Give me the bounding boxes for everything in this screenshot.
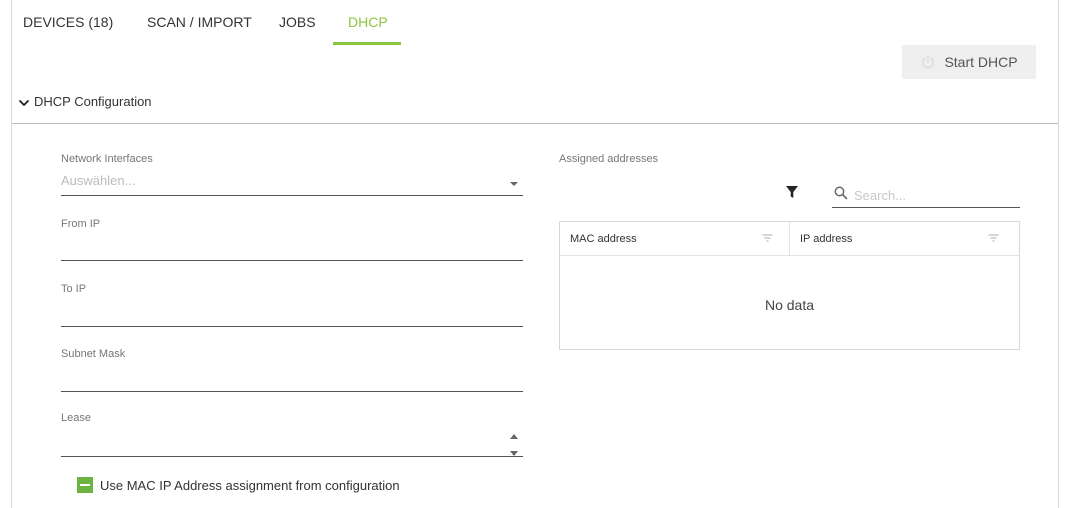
field-underline [61,260,523,261]
network-interfaces-field: Network Interfaces [61,153,523,196]
dhcp-configuration-header[interactable]: DHCP Configuration [12,90,1058,124]
assigned-addresses-table: MAC address IP address No data [559,221,1020,350]
active-tab-indicator [333,42,401,45]
field-underline [61,326,523,327]
tab-scan-import[interactable]: SCAN / IMPORT [147,14,252,30]
search-input[interactable] [852,185,1016,205]
filter-icon[interactable] [785,185,799,199]
search-underline [832,207,1020,208]
table-header: MAC address IP address [560,222,1019,256]
to-ip-label: To IP [61,283,87,295]
from-ip-input[interactable] [61,240,501,258]
column-filter-icon[interactable] [988,233,999,243]
chevron-down-icon [18,96,30,108]
mac-ip-assignment-option: Use MAC IP Address assignment from confi… [77,477,400,493]
field-underline [61,391,523,392]
to-ip-field: To IP [61,283,523,327]
search-field [832,182,1020,208]
tab-jobs[interactable]: JOBS [279,14,316,30]
field-underline [61,456,523,457]
tab-dhcp[interactable]: DHCP [348,14,388,30]
network-interfaces-select[interactable] [61,171,501,189]
from-ip-label: From IP [61,218,101,230]
network-interfaces-label: Network Interfaces [61,153,153,165]
column-label-ip: IP address [800,233,853,245]
mac-ip-assignment-checkbox[interactable] [77,477,93,493]
lease-field: Lease [61,412,523,457]
column-label-mac: MAC address [570,233,637,245]
column-header-ip[interactable]: IP address [789,222,1019,255]
start-dhcp-button[interactable]: Start DHCP [902,45,1036,79]
from-ip-field: From IP [61,218,523,261]
dropdown-arrow-icon[interactable] [509,175,519,186]
lease-input[interactable] [61,436,501,454]
column-header-mac[interactable]: MAC address [560,222,789,255]
subnet-mask-field: Subnet Mask [61,348,523,392]
dhcp-page: DEVICES (18) SCAN / IMPORT JOBS DHCP Sta… [11,0,1059,508]
tab-devices[interactable]: DEVICES (18) [23,14,113,30]
column-filter-icon[interactable] [762,233,773,243]
field-underline [61,195,523,196]
to-ip-input[interactable] [61,305,501,323]
power-icon [920,54,936,70]
lease-stepper[interactable] [509,432,519,458]
subnet-mask-input[interactable] [61,370,501,388]
subnet-mask-label: Subnet Mask [61,348,126,360]
start-dhcp-label: Start DHCP [944,54,1018,70]
empty-state-text: No data [764,297,815,313]
lease-label: Lease [61,412,91,424]
search-icon [834,186,848,200]
section-title: DHCP Configuration [34,94,152,109]
assigned-addresses-label: Assigned addresses [559,153,659,165]
mac-ip-assignment-label[interactable]: Use MAC IP Address assignment from confi… [100,478,400,493]
